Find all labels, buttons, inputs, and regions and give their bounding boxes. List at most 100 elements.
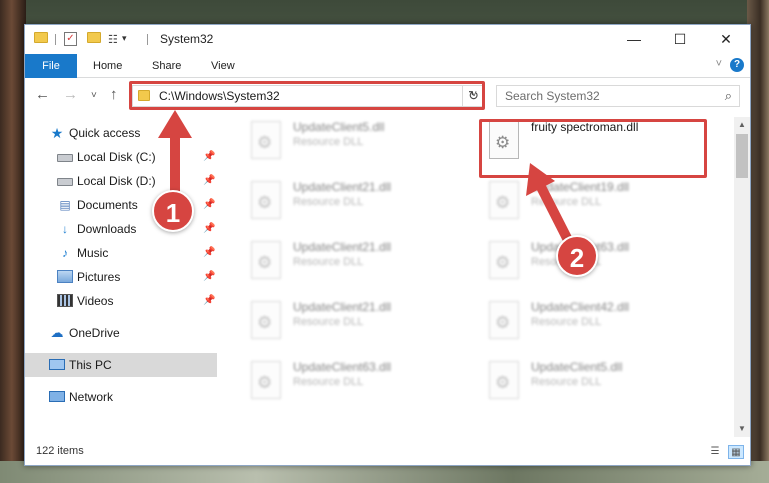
sidebar-item-onedrive[interactable]: ☁ OneDrive [25,321,217,345]
dll-file-icon: ⚙ [251,181,281,219]
file-type: Resource DLL [531,376,602,388]
sidebar-item-label: Downloads [77,222,137,236]
pin-icon[interactable]: 📌 [203,145,215,169]
status-bar: 122 items ☰ ▦ [25,439,750,465]
help-icon[interactable]: ? [730,58,744,72]
drive-icon [57,154,73,162]
window-title: System32 [160,32,214,46]
file-item[interactable]: ⚙ UpdateClient21.dll Resource DLL [245,177,475,233]
tab-home[interactable]: Home [93,54,122,78]
item-count: 122 items [36,445,84,457]
tab-share[interactable]: Share [152,54,181,78]
sidebar-item-pictures[interactable]: Pictures 📌 [25,265,217,289]
sidebar-item-network[interactable]: Network [25,385,217,409]
expand-ribbon-chevron-icon[interactable]: ˅ [716,58,722,70]
file-item[interactable]: ⚙ UpdateClient63.dll Resource DLL [483,237,713,293]
sidebar-item-local-disk-c[interactable]: Local Disk (C:) 📌 [25,145,217,169]
file-name: UpdateClient5.dll [531,360,623,374]
tab-view[interactable]: View [211,54,235,78]
sidebar-item-this-pc[interactable]: This PC [25,353,217,377]
sidebar-item-videos[interactable]: Videos 📌 [25,289,217,313]
scrollbar-thumb[interactable] [736,134,748,178]
file-item[interactable]: ⚙ UpdateClient42.dll Resource DLL [483,297,713,353]
minimize-button[interactable]: — [611,25,657,54]
star-icon: ★ [50,125,64,141]
maximize-button[interactable]: ☐ [657,25,703,54]
properties-icon[interactable]: ✓ [64,32,77,46]
file-name: UpdateClient21.dll [293,180,392,194]
file-type: Resource DLL [293,136,364,148]
dll-file-icon: ⚙ [251,301,281,339]
documents-icon: ▤ [59,198,71,212]
title-bar: ✓ ☷ ▾ System32 — ☐ ✕ [25,25,750,54]
file-type: Resource DLL [293,316,364,328]
file-highlight-box [479,119,707,178]
dll-file-icon: ⚙ [251,361,281,399]
dll-file-icon: ⚙ [489,181,519,219]
search-icon: ⌕ [724,88,732,103]
pin-icon[interactable]: 📌 [203,265,215,289]
search-input[interactable]: Search System32 [505,89,600,103]
up-button[interactable]: ↑ [110,87,118,103]
pin-icon[interactable]: 📌 [203,289,215,313]
sidebar-item-quick-access[interactable]: ★ Quick access [25,121,217,145]
scroll-up-arrow-icon[interactable]: ▲ [734,117,750,133]
tab-file[interactable]: File [25,54,77,78]
dll-file-icon: ⚙ [251,241,281,279]
file-name: UpdateClient21.dll [293,240,392,254]
search-box[interactable]: Search System32 ⌕ [496,85,740,107]
sidebar-item-label: Pictures [77,270,121,284]
file-type: Resource DLL [293,196,364,208]
downloads-icon: ↓ [62,222,68,236]
sidebar-item-label: Local Disk (C:) [77,150,156,164]
new-folder-icon[interactable] [87,32,101,43]
close-button[interactable]: ✕ [703,25,749,54]
recent-locations-chevron-icon[interactable]: ˅ [91,88,97,104]
step-2-badge: 2 [556,235,598,277]
step-1-badge: 1 [152,190,194,232]
details-view-icon[interactable]: ☰ [707,445,723,459]
sidebar-item-label: Documents [77,198,138,212]
title-separator [147,34,148,45]
back-button[interactable]: ← [35,87,50,103]
network-icon [49,391,65,402]
dll-file-icon: ⚙ [489,241,519,279]
address-bar-highlight-box [129,81,485,110]
file-item[interactable]: ⚙ UpdateClient5.dll Resource DLL [245,117,475,173]
file-type: Resource DLL [531,316,602,328]
vertical-scrollbar[interactable]: ▲ ▼ [734,117,750,437]
sidebar-item-label: Music [77,246,109,260]
file-name: UpdateClient19.dll [531,180,630,194]
forward-button[interactable]: → [63,87,78,103]
file-type: Resource DLL [531,196,602,208]
scroll-down-arrow-icon[interactable]: ▼ [734,421,750,437]
file-item[interactable]: ⚙ UpdateClient19.dll Resource DLL [483,177,713,233]
sidebar-item-label: Network [69,390,114,404]
file-item[interactable]: ⚙ UpdateClient63.dll Resource DLL [245,357,475,413]
sidebar-item-music[interactable]: ♪ Music 📌 [25,241,217,265]
customize-toolbar-chevron-icon[interactable]: ▾ [122,33,127,44]
pictures-icon [57,270,73,283]
pin-icon[interactable]: 📌 [203,193,215,217]
pin-icon[interactable]: 📌 [203,169,215,193]
videos-icon [57,294,73,307]
pin-icon[interactable]: 📌 [203,241,215,265]
file-name: UpdateClient42.dll [531,300,630,314]
sidebar-item-label: Videos [77,294,114,308]
file-type: Resource DLL [293,376,364,388]
cloud-icon: ☁ [50,325,64,340]
view-options-icon[interactable]: ☷ [108,33,118,46]
pin-icon[interactable]: 📌 [203,217,215,241]
sidebar-item-label: This PC [69,358,112,372]
large-icons-view-icon[interactable]: ▦ [728,445,744,459]
file-name: UpdateClient21.dll [293,300,392,314]
computer-icon [49,359,65,370]
file-item[interactable]: ⚙ UpdateClient21.dll Resource DLL [245,237,475,293]
desktop-background-tree-left [0,0,26,483]
file-type: Resource DLL [293,256,364,268]
sidebar-item-label: Local Disk (D:) [77,174,156,188]
sidebar-item-local-disk-d[interactable]: Local Disk (D:) 📌 [25,169,217,193]
quick-access-separator [55,34,56,45]
file-item[interactable]: ⚙ UpdateClient5.dll Resource DLL [483,357,713,413]
file-item[interactable]: ⚙ UpdateClient21.dll Resource DLL [245,297,475,353]
